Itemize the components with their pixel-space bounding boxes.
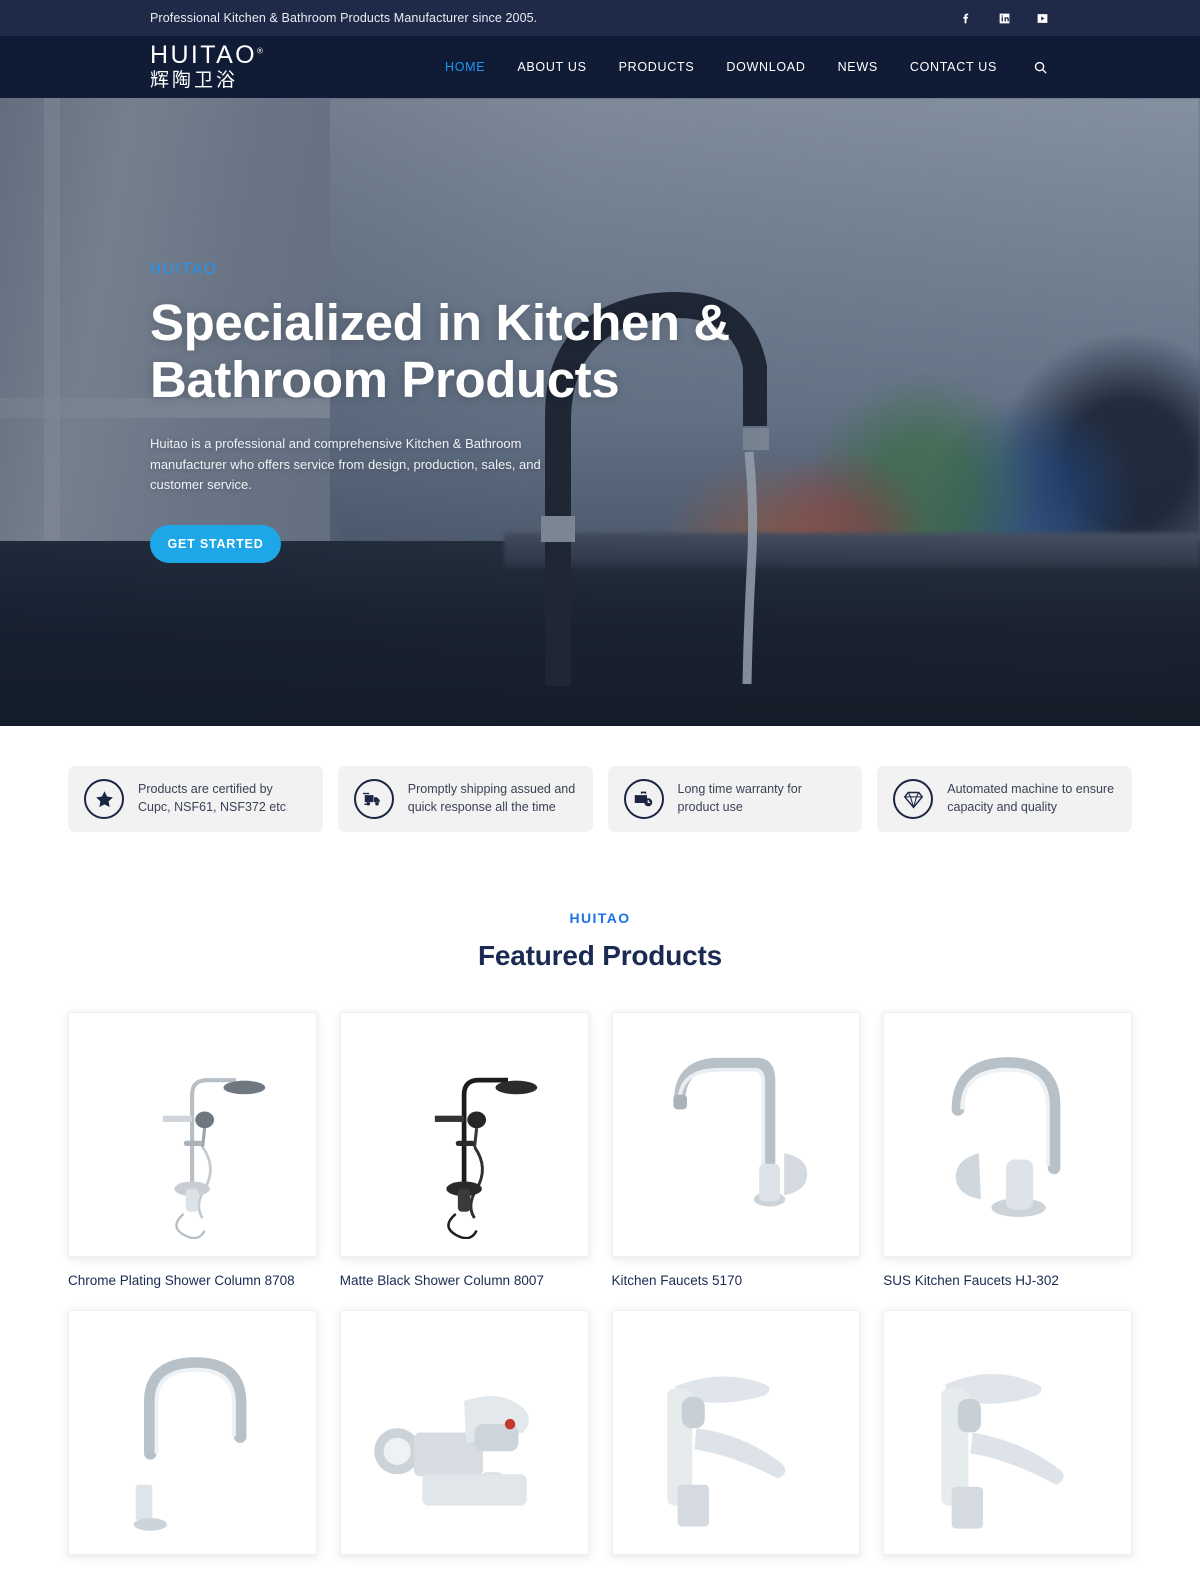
feature-card-warranty: Long time warranty for product use [607,766,863,832]
linkedin-icon[interactable] [996,10,1012,26]
product-image-kitchen-faucet-curved[interactable] [883,1012,1132,1257]
feature-badges: Products are certified by Cupc, NSF61, N… [0,726,1200,832]
product-grid: Chrome Plating Shower Column 8708 Matte … [0,972,1200,1570]
product-cell: Matte Black Shower Column 8007 [339,1012,589,1290]
product-cell [611,1309,861,1570]
top-bar: Professional Kitchen & Bathroom Products… [0,0,1200,36]
product-cell: Kitchen Faucets 5170 [611,1012,861,1290]
nav-item-contact-us[interactable]: CONTACT US [910,60,997,74]
hero-eyebrow: HUITAO [150,261,218,279]
feature-text: Promptly shipping assued and quick respo… [407,782,576,814]
featured-products-header: HUITAO Featured Products [0,832,1200,972]
feature-card-quality: Automated machine to ensure capacity and… [877,766,1132,832]
youtube-icon[interactable] [1034,10,1050,26]
feature-card-certification: Products are certified by Cupc, NSF61, N… [68,766,323,832]
product-name[interactable]: Kitchen Faucets 5170 [612,1272,861,1290]
star-icon [84,779,124,819]
product-cell [339,1309,589,1570]
nav-item-products[interactable]: PRODUCTS [619,60,695,74]
social-links [958,10,1050,26]
product-image-basin-mixer-a[interactable] [611,1309,861,1555]
product-name[interactable]: SUS Kitchen Faucets HJ-302 [883,1272,1132,1290]
brand-logo[interactable]: HUITAO® 辉陶卫浴 [150,42,263,91]
product-name[interactable]: Matte Black Shower Column 8007 [340,1272,589,1290]
feature-text: Long time warranty for product use [677,782,802,814]
product-image-basin-mixer-b[interactable] [883,1309,1132,1555]
product-name[interactable]: Chrome Plating Shower Column 8708 [68,1272,317,1290]
hero-title: Specialized in Kitchen & Bathroom Produc… [150,294,730,408]
nav-item-home[interactable]: HOME [445,60,485,74]
product-image-kitchen-faucet-square-arch[interactable] [611,1012,861,1257]
briefcase-clock-icon [623,779,664,819]
truck-icon [353,779,394,819]
nav-item-about-us[interactable]: ABOUT US [517,60,586,74]
nav-item-news[interactable]: NEWS [838,60,878,74]
brand-name-chinese: 辉陶卫浴 [150,69,239,91]
product-cell: SUS Kitchen Faucets HJ-302 [883,1012,1132,1290]
nav-menu: HOME ABOUT US PRODUCTS DOWNLOAD NEWS CON… [445,60,1050,75]
feature-card-shipping: Promptly shipping assued and quick respo… [337,766,593,832]
product-image-shower-column-chrome[interactable] [68,1012,317,1257]
hero-description: Huitao is a professional and comprehensi… [150,436,541,492]
search-icon[interactable] [1031,60,1050,75]
brand-name-latin: HUITAO® [150,41,263,70]
nav-item-download[interactable]: DOWNLOAD [726,60,805,74]
get-started-button[interactable]: GET STARTED [150,524,281,563]
product-image-shower-column-black[interactable] [339,1012,589,1257]
section-eyebrow: HUITAO [569,910,631,926]
product-cell [883,1309,1132,1570]
registered-mark: ® [257,47,263,57]
product-image-bath-shower-mixer[interactable] [339,1309,589,1555]
tagline: Professional Kitchen & Bathroom Products… [150,11,538,25]
feature-text: Products are certified by Cupc, NSF61, N… [138,782,286,814]
product-cell [68,1309,317,1570]
feature-text: Automated machine to ensure capacity and… [947,782,1115,814]
diamond-icon [893,779,934,819]
hero-section: HUITAO Specialized in Kitchen & Bathroom… [0,98,1200,726]
product-image-kitchen-faucet-gooseneck[interactable] [68,1309,317,1555]
section-title: Featured Products [478,940,722,971]
facebook-icon[interactable] [958,10,974,26]
main-navbar: HUITAO® 辉陶卫浴 HOME ABOUT US PRODUCTS DOWN… [0,36,1200,98]
product-cell: Chrome Plating Shower Column 8708 [68,1012,317,1290]
